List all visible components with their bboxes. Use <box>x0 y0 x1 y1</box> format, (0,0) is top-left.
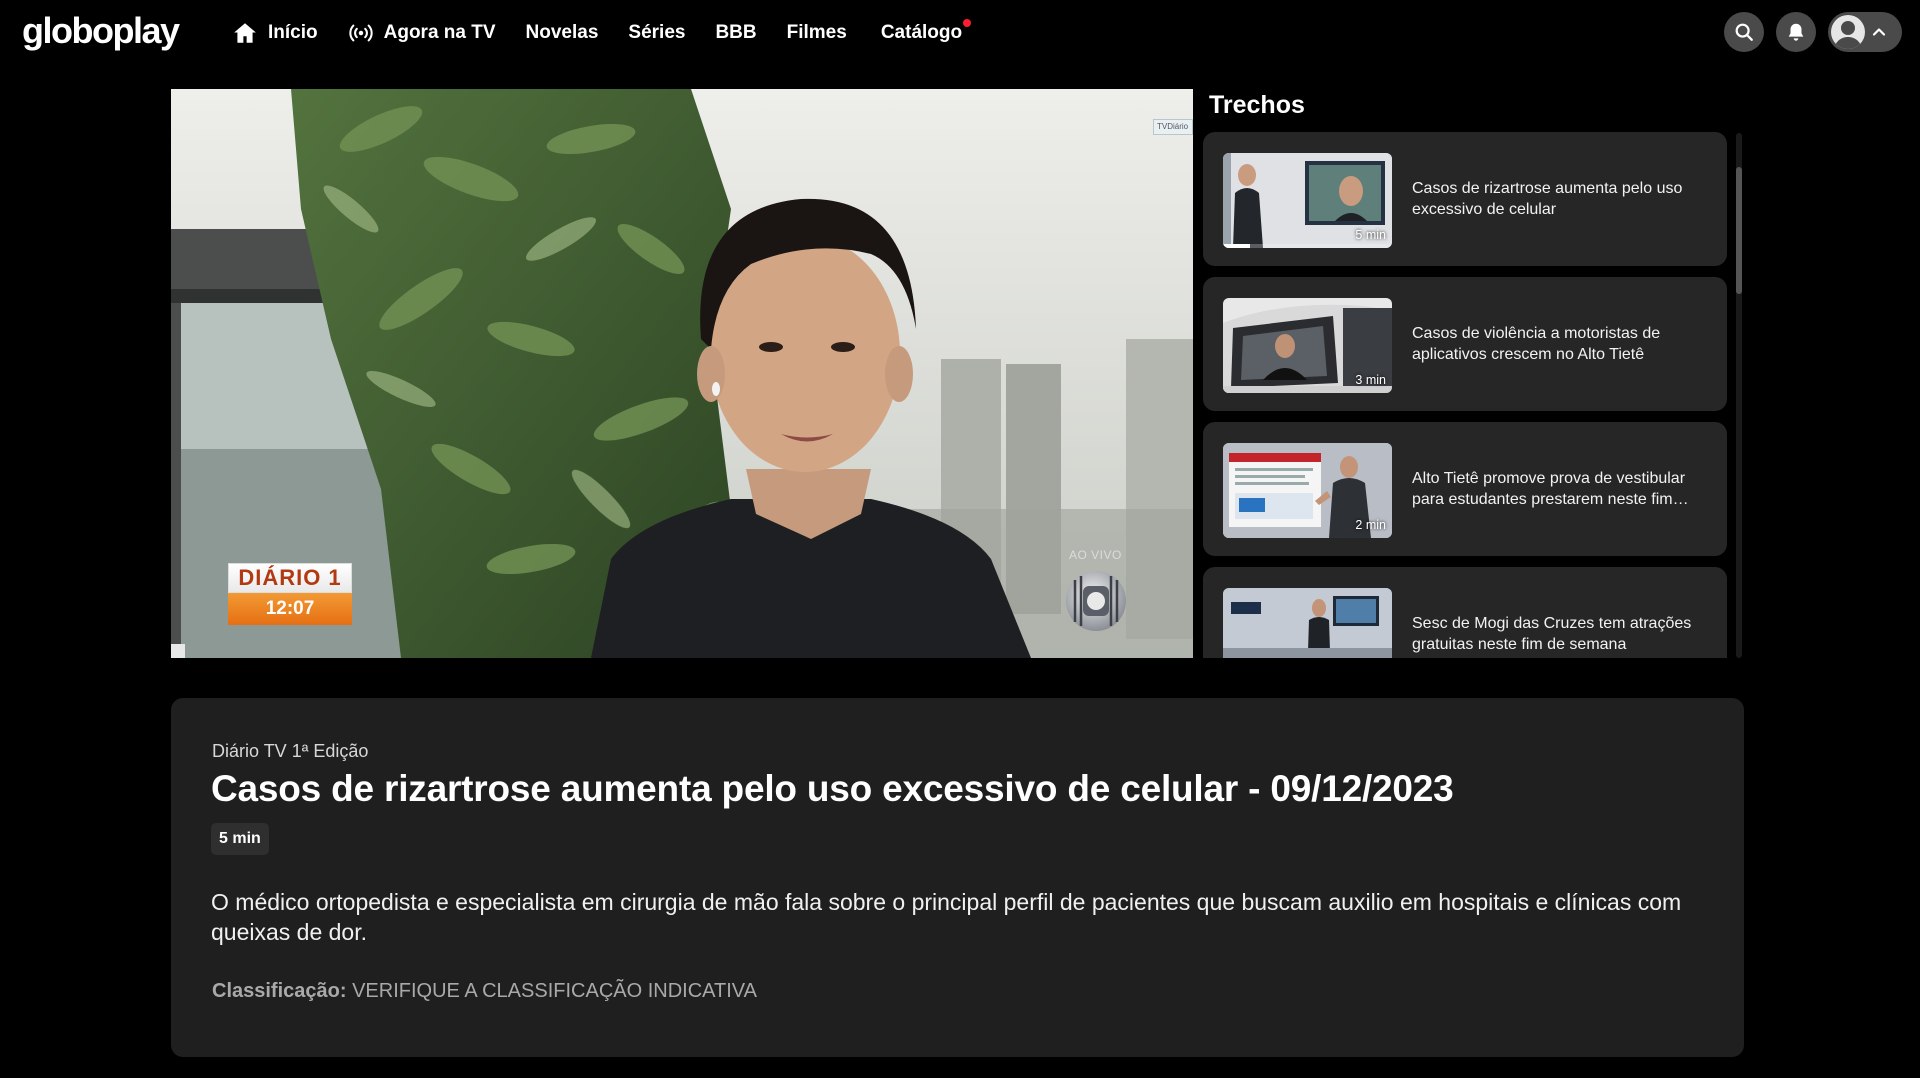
header-actions <box>1724 12 1902 52</box>
profile-menu-button[interactable] <box>1828 12 1902 52</box>
watch-progress-fill <box>1223 244 1251 248</box>
video-player[interactable]: TVDiário DIÁRIO 1 12:07 AO VIVO <box>171 89 1193 658</box>
bell-icon <box>1788 23 1804 41</box>
nav-item-agora-na-tv[interactable]: Agora na TV <box>348 20 496 46</box>
live-label: AO VIVO <box>1069 548 1122 562</box>
nav-item-label: Novelas <box>525 22 599 43</box>
episode-info-panel: Diário TV 1ª Edição Casos de rizartrose … <box>171 698 1744 1057</box>
top-navigation-bar: globoplay Início Agora na TV Novelas Sér… <box>0 0 1920 66</box>
trecho-card[interactable]: 3 min Casos de violência a motoristas de… <box>1203 277 1727 411</box>
program-name[interactable]: Diário TV 1ª Edição <box>212 741 368 762</box>
chevron-up-icon <box>1872 28 1886 36</box>
trecho-thumbnail <box>1223 588 1392 658</box>
nav-item-catalogo[interactable]: Catálogo <box>880 19 972 44</box>
rating-label: Classificação: <box>212 980 347 1002</box>
trecho-thumbnail: 2 min <box>1223 443 1392 538</box>
nav-item-novelas[interactable]: Novelas <box>526 22 599 44</box>
nav-item-bbb[interactable]: BBB <box>715 22 756 44</box>
nav-item-label: Início <box>268 22 318 43</box>
scrollbar-thumb[interactable] <box>1736 167 1742 294</box>
nav-item-label: Séries <box>628 22 686 43</box>
program-bug-title: DIÁRIO 1 <box>228 563 352 593</box>
trechos-heading: Trechos <box>1209 91 1305 119</box>
notifications-button[interactable] <box>1776 12 1816 52</box>
nav-item-inicio[interactable]: Início <box>232 20 318 46</box>
content-rating: Classificação: VERIFIQUE A CLASSIFICAÇÃO… <box>212 980 757 1003</box>
globoplay-logo[interactable]: globoplay <box>22 10 180 52</box>
program-bug-time: 12:07 <box>228 593 352 625</box>
trecho-card[interactable]: 2 min Alto Tietê promove prova de vestib… <box>1203 422 1727 556</box>
trecho-title: Casos de rizartrose aumenta pelo uso exc… <box>1412 180 1683 218</box>
trecho-duration: 5 min <box>1355 228 1386 242</box>
nav-item-filmes[interactable]: Filmes <box>787 22 847 44</box>
new-content-badge <box>963 19 972 27</box>
trecho-duration: 2 min <box>1355 518 1386 532</box>
trechos-list[interactable]: 5 min Casos de rizartrose aumenta pelo u… <box>1203 132 1727 658</box>
nav-item-label: Catálogo <box>880 22 963 43</box>
episode-description: O médico ortopedista e especialista em c… <box>211 889 1682 945</box>
nav-item-series[interactable]: Séries <box>628 22 685 44</box>
avatar-icon <box>1834 21 1862 49</box>
nav-item-label: Agora na TV <box>383 22 496 43</box>
search-icon <box>1735 23 1753 41</box>
rating-value: VERIFIQUE A CLASSIFICAÇÃO INDICATIVA <box>352 980 757 1002</box>
thumbnail-image <box>1223 588 1392 658</box>
home-icon <box>234 23 256 43</box>
nav-item-label: BBB <box>715 22 757 43</box>
trechos-scrollbar[interactable] <box>1736 133 1742 658</box>
trecho-thumbnail: 3 min <box>1223 298 1392 393</box>
episode-title: Casos de rizartrose aumenta pelo uso exc… <box>211 768 1454 809</box>
trecho-card[interactable]: Sesc de Mogi das Cruzes tem atrações gra… <box>1203 567 1727 658</box>
trecho-title: Alto Tietê promove prova de vestibular p… <box>1412 470 1689 508</box>
trecho-thumbnail: 5 min <box>1223 153 1392 248</box>
broadcast-icon <box>349 24 373 42</box>
search-button[interactable] <box>1724 12 1764 52</box>
nav-item-label: Filmes <box>786 22 847 43</box>
trecho-title: Casos de violência a motoristas de aplic… <box>1412 325 1661 363</box>
program-bug: DIÁRIO 1 12:07 <box>228 563 352 625</box>
channel-corner-tag: TVDiário <box>1153 119 1193 135</box>
trecho-duration: 3 min <box>1355 373 1386 387</box>
episode-duration-badge: 5 min <box>211 823 269 855</box>
globo-network-logo-icon <box>1066 571 1126 631</box>
avatar <box>1831 15 1865 49</box>
trecho-card[interactable]: 5 min Casos de rizartrose aumenta pelo u… <box>1203 132 1727 266</box>
trecho-title: Sesc de Mogi das Cruzes tem atrações gra… <box>1412 615 1692 653</box>
main-nav: Início Agora na TV Novelas Séries BBB Fi… <box>232 0 972 66</box>
watch-progress-bar <box>1223 244 1392 248</box>
